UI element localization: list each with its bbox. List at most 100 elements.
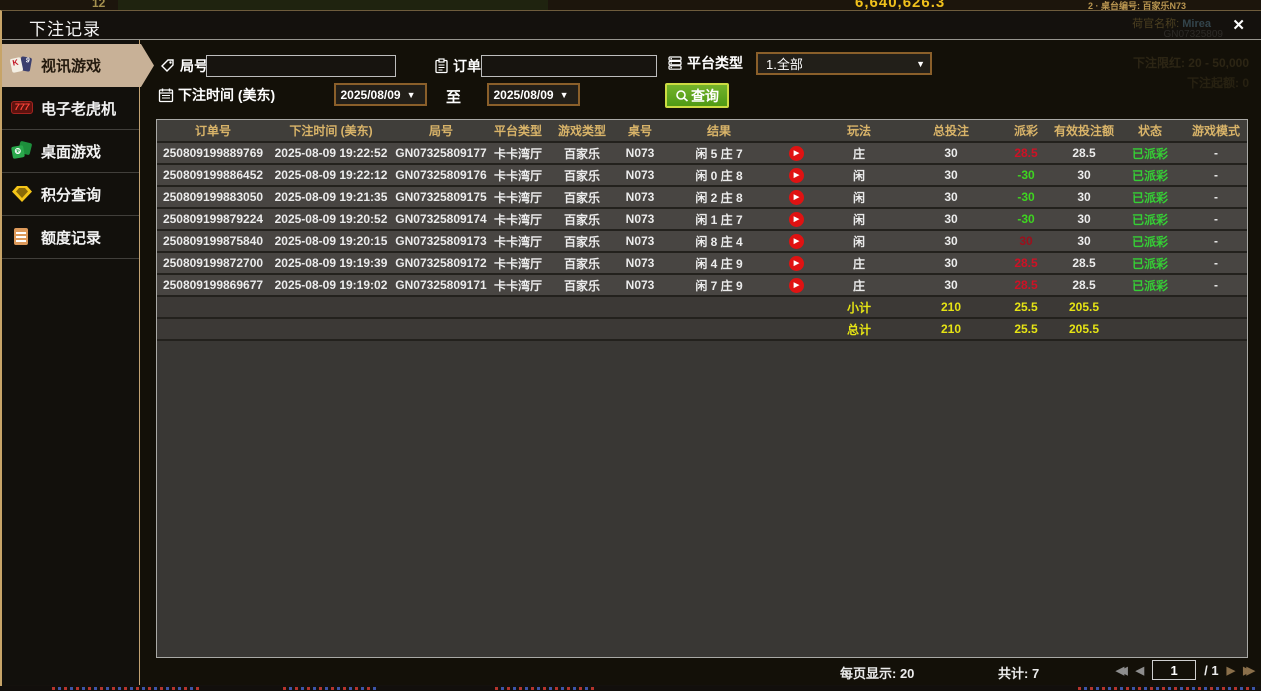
subtotal-payout: 25.5 — [1001, 296, 1051, 318]
prev-page-icon[interactable]: ◀ — [1136, 664, 1144, 677]
cell-status: 已派彩 — [1117, 230, 1183, 252]
table-row[interactable]: 250809199872700 2025-08-09 19:19:39 GN07… — [157, 252, 1248, 274]
first-page-icon[interactable]: ◀◀ — [1116, 664, 1128, 677]
play-icon[interactable]: ▶ — [789, 146, 804, 161]
page-number-input[interactable] — [1152, 660, 1196, 680]
round-no-label-group: 局号 — [160, 55, 208, 77]
cell-game-type: 百家乐 — [547, 252, 617, 274]
sidebar-item-points-query[interactable]: 积分查询 — [2, 173, 139, 216]
cell-replay: ▶ — [775, 230, 817, 252]
cell-bet-time: 2025-08-09 19:22:52 — [269, 142, 393, 164]
cell-platform: 卡卡湾厅 — [489, 252, 547, 274]
subtotal-valid-bet: 205.5 — [1051, 296, 1117, 318]
cell-valid-bet: 30 — [1051, 164, 1117, 186]
play-glyph: ▶ — [794, 216, 799, 223]
roadmap-dots — [1078, 687, 1258, 690]
bet-time-label-group: 下注时间 (美东) — [158, 84, 275, 106]
cell-game-type: 百家乐 — [547, 230, 617, 252]
play-icon[interactable]: ▶ — [789, 278, 804, 293]
sidebar-item-video-games[interactable]: 9 K 视讯游戏 — [2, 44, 154, 87]
cell-order-no: 250809199872700 — [157, 252, 269, 274]
platform-type-select[interactable]: 1.全部 ▼ — [756, 52, 932, 75]
search-button-label: 查询 — [691, 86, 719, 106]
limit-ghost-line2: 下注起额: 0 — [1187, 74, 1249, 91]
page-total-label: / 1 — [1204, 663, 1218, 678]
round-no-input[interactable] — [206, 55, 396, 77]
dialog-body: 9 K 视讯游戏 777 电子老虎机 G 桌面游戏 — [2, 40, 1261, 685]
dice-icon: G — [11, 141, 33, 161]
payout-value: 30 — [1019, 234, 1032, 248]
sidebar-item-quota-records[interactable]: 额度记录 — [2, 216, 139, 259]
close-icon[interactable]: ✕ — [1232, 16, 1245, 34]
col-header-game-type: 游戏类型 — [547, 120, 617, 142]
date-from-value: 2025/08/09 — [341, 88, 401, 102]
total-total-bet: 210 — [901, 318, 1001, 340]
table-row[interactable]: 250809199875840 2025-08-09 19:20:15 GN07… — [157, 230, 1248, 252]
dice-front: G — [11, 145, 25, 159]
cell-order-no: 250809199883050 — [157, 186, 269, 208]
sidebar-item-label: 额度记录 — [41, 227, 101, 248]
cell-payout: 28.5 — [1001, 252, 1051, 274]
empty-cell — [393, 296, 489, 318]
empty-cell — [1117, 296, 1183, 318]
cell-table-no: N073 — [617, 230, 663, 252]
cell-round-no: GN07325809174 — [393, 208, 489, 230]
payout-value: 28.5 — [1014, 256, 1037, 270]
empty-cell — [157, 296, 269, 318]
cell-play-type: 闲 — [817, 208, 901, 230]
cell-replay: ▶ — [775, 208, 817, 230]
empty-cell — [269, 318, 393, 340]
sidebar-item-slots[interactable]: 777 电子老虎机 — [2, 87, 139, 130]
table-row[interactable]: 250809199869677 2025-08-09 19:19:02 GN07… — [157, 274, 1248, 296]
table-row[interactable]: 250809199889769 2025-08-09 19:22:52 GN07… — [157, 142, 1248, 164]
cell-table-no: N073 — [617, 164, 663, 186]
betting-records-dialog: 下注记录 荷官名称: Mirea GN07325809 ✕ 9 K 视讯游戏 — [0, 10, 1261, 686]
col-header-replay — [775, 120, 817, 142]
tag-icon — [160, 58, 176, 74]
next-page-icon[interactable]: ▶ — [1227, 664, 1235, 677]
play-icon[interactable]: ▶ — [789, 168, 804, 183]
cell-round-no: GN07325809172 — [393, 252, 489, 274]
cell-payout: -30 — [1001, 208, 1051, 230]
date-from-select[interactable]: 2025/08/09 ▼ — [334, 83, 427, 106]
table-row[interactable]: 250809199886452 2025-08-09 19:22:12 GN07… — [157, 164, 1248, 186]
empty-cell — [157, 318, 269, 340]
cell-platform: 卡卡湾厅 — [489, 142, 547, 164]
play-icon[interactable]: ▶ — [789, 256, 804, 271]
cell-bet-time: 2025-08-09 19:20:15 — [269, 230, 393, 252]
cell-game-mode: - — [1183, 230, 1248, 252]
sidebar-item-table-games[interactable]: G 桌面游戏 — [2, 130, 139, 173]
total-payout: 25.5 — [1001, 318, 1051, 340]
search-button[interactable]: 查询 — [665, 83, 729, 108]
play-icon[interactable]: ▶ — [789, 190, 804, 205]
order-no-input[interactable] — [481, 55, 657, 77]
cell-platform: 卡卡湾厅 — [489, 230, 547, 252]
cell-order-no: 250809199886452 — [157, 164, 269, 186]
play-glyph: ▶ — [794, 150, 799, 157]
cell-bet-time: 2025-08-09 19:21:35 — [269, 186, 393, 208]
table-row[interactable]: 250809199879224 2025-08-09 19:20:52 GN07… — [157, 208, 1248, 230]
cell-total-bet: 30 — [901, 274, 1001, 296]
table-row[interactable]: 250809199883050 2025-08-09 19:21:35 GN07… — [157, 186, 1248, 208]
cell-replay: ▶ — [775, 142, 817, 164]
cell-play-type: 闲 — [817, 164, 901, 186]
status-badge: 已派彩 — [1132, 213, 1168, 227]
sidebar-item-label: 视讯游戏 — [41, 55, 101, 76]
main-panel: 下注限红: 20 - 50,000 下注起额: 0 局号 — [140, 40, 1261, 685]
cell-bet-time: 2025-08-09 19:22:12 — [269, 164, 393, 186]
cell-round-no: GN07325809177 — [393, 142, 489, 164]
last-page-icon[interactable]: ▶▶ — [1243, 664, 1255, 677]
cell-result: 闲 4 庄 9 — [663, 252, 775, 274]
date-to-select[interactable]: 2025/08/09 ▼ — [487, 83, 580, 106]
payout-value: 28.5 — [1014, 278, 1037, 292]
cell-order-no: 250809199869677 — [157, 274, 269, 296]
cell-game-mode: - — [1183, 164, 1248, 186]
cell-result: 闲 1 庄 7 — [663, 208, 775, 230]
cell-replay: ▶ — [775, 164, 817, 186]
empty-cell — [547, 296, 617, 318]
cell-valid-bet: 28.5 — [1051, 252, 1117, 274]
cell-game-type: 百家乐 — [547, 186, 617, 208]
play-icon[interactable]: ▶ — [789, 234, 804, 249]
play-icon[interactable]: ▶ — [789, 212, 804, 227]
empty-cell — [1117, 318, 1183, 340]
